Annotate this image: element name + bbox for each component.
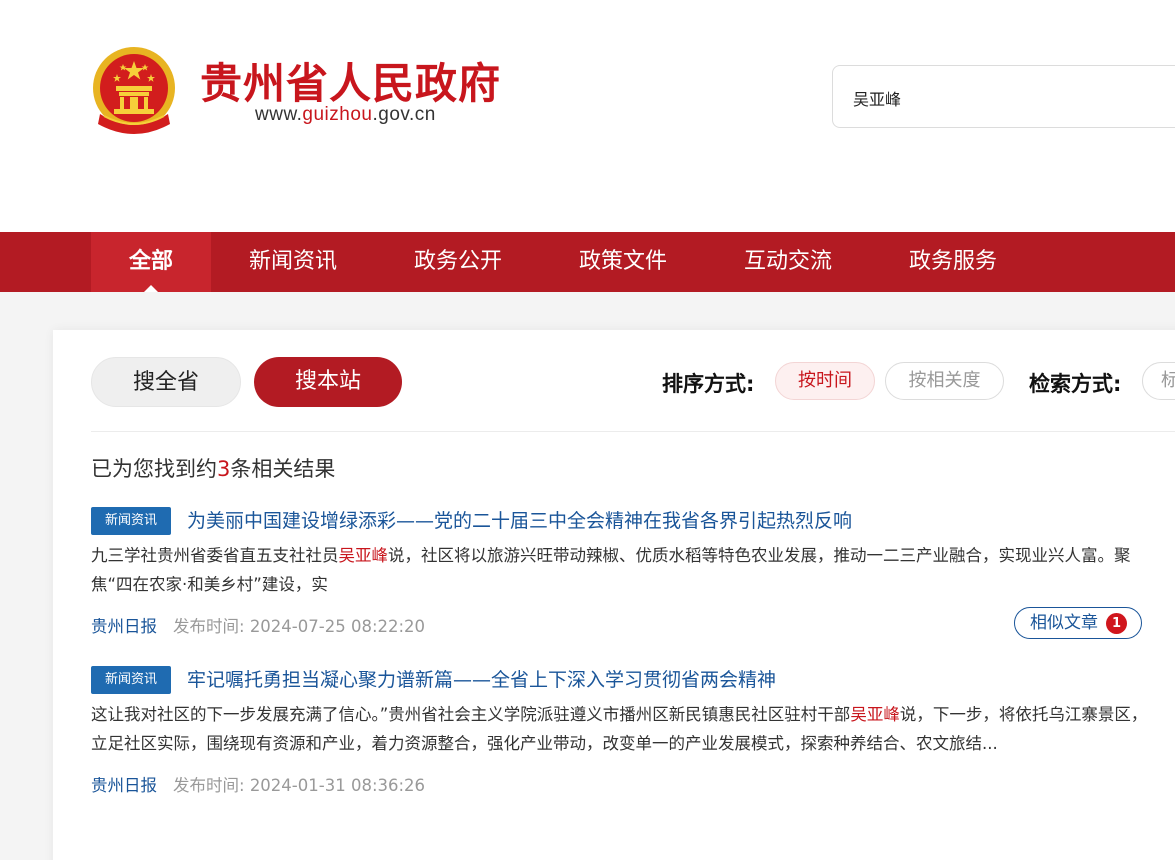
similar-articles-label: 相似文章 bbox=[1030, 613, 1098, 633]
site-url-prefix: www. bbox=[255, 104, 303, 125]
publish-time-value: 2024-01-31 08:36:26 bbox=[249, 776, 426, 795]
publish-time-label: 发布时间: bbox=[173, 776, 245, 795]
site-url: www.guizhou.gov.cn bbox=[255, 104, 436, 126]
search-input[interactable] bbox=[853, 86, 1153, 110]
similar-count-badge: 1 bbox=[1106, 613, 1127, 634]
result-item: 新闻资讯 为美丽中国建设增绿添彩——党的二十届三中全会精神在我省各界引起热烈反响… bbox=[91, 507, 1151, 647]
result-count: 已为您找到约3条相关结果 bbox=[91, 453, 335, 483]
sort-by-relevance-button[interactable]: 按相关度 bbox=[885, 362, 1004, 400]
site-url-suffix: .gov.cn bbox=[372, 104, 436, 125]
result-publish-time: 发布时间: 2024-07-25 08:22:20 bbox=[173, 613, 425, 637]
results-panel: 搜全省 搜本站 排序方式: 按时间 按相关度 检索方式: 标 已为您找到约3条相… bbox=[53, 330, 1175, 860]
search-mode-option[interactable]: 标 bbox=[1142, 362, 1175, 400]
result-count-number: 3 bbox=[217, 457, 231, 481]
summary-keyword: 吴亚峰 bbox=[338, 546, 389, 565]
summary-text: 这让我对社区的下一步发展充满了信心。”贵州省社会主义学院派驻遵义市播州区新民镇惠… bbox=[91, 705, 851, 724]
similar-articles-button[interactable]: 相似文章 1 bbox=[1014, 607, 1142, 639]
divider bbox=[91, 431, 1175, 432]
result-summary: 九三学社贵州省委省直五支社社员吴亚峰说，社区将以旅游兴旺带动辣椒、优质水稻等特色… bbox=[91, 541, 1151, 599]
category-nav: 全部 新闻资讯 政务公开 政策文件 互动交流 政务服务 bbox=[0, 232, 1175, 292]
category-tag[interactable]: 新闻资讯 bbox=[91, 507, 171, 535]
result-title-link[interactable]: 牢记嘱托勇担当凝心聚力谱新篇——全省上下深入学习贯彻省两会精神 bbox=[187, 666, 776, 694]
nav-tab-interaction[interactable]: 互动交流 bbox=[728, 232, 848, 292]
publish-time-value: 2024-07-25 08:22:20 bbox=[249, 617, 426, 636]
result-source-link[interactable]: 贵州日报 bbox=[91, 772, 157, 796]
nav-tab-gov-affairs[interactable]: 政务公开 bbox=[398, 232, 518, 292]
category-tag[interactable]: 新闻资讯 bbox=[91, 666, 171, 694]
site-url-highlight: guizhou bbox=[302, 104, 373, 125]
result-publish-time: 发布时间: 2024-01-31 08:36:26 bbox=[173, 772, 425, 796]
result-title-link[interactable]: 为美丽中国建设增绿添彩——党的二十届三中全会精神在我省各界引起热烈反响 bbox=[187, 507, 852, 535]
search-site-button[interactable]: 搜本站 bbox=[254, 357, 402, 407]
site-header: 贵州省人民政府 www.guizhou.gov.cn bbox=[0, 0, 1175, 232]
summary-keyword: 吴亚峰 bbox=[850, 705, 900, 724]
result-count-prefix: 已为您找到约 bbox=[91, 457, 217, 481]
result-summary: 这让我对社区的下一步发展充满了信心。”贵州省社会主义学院派驻遵义市播州区新民镇惠… bbox=[91, 700, 1151, 758]
search-province-button[interactable]: 搜全省 bbox=[91, 357, 241, 407]
nav-tab-all[interactable]: 全部 bbox=[91, 232, 211, 292]
nav-tab-services[interactable]: 政务服务 bbox=[893, 232, 1013, 292]
national-emblem-icon bbox=[93, 47, 175, 134]
nav-tab-policy[interactable]: 政策文件 bbox=[563, 232, 683, 292]
sort-label: 排序方式: bbox=[662, 372, 755, 396]
search-box[interactable] bbox=[832, 65, 1175, 128]
site-title: 贵州省人民政府 bbox=[200, 59, 502, 108]
result-item: 新闻资讯 牢记嘱托勇担当凝心聚力谱新篇——全省上下深入学习贯彻省两会精神 这让我… bbox=[91, 666, 1151, 806]
publish-time-label: 发布时间: bbox=[173, 617, 245, 636]
sort-by-time-button[interactable]: 按时间 bbox=[775, 362, 875, 400]
nav-tab-news[interactable]: 新闻资讯 bbox=[233, 232, 353, 292]
search-mode-label: 检索方式: bbox=[1029, 372, 1122, 396]
result-count-suffix: 条相关结果 bbox=[230, 457, 336, 481]
summary-text: 九三学社贵州省委省直五支社社员 bbox=[91, 546, 339, 565]
result-source-link[interactable]: 贵州日报 bbox=[91, 613, 157, 637]
